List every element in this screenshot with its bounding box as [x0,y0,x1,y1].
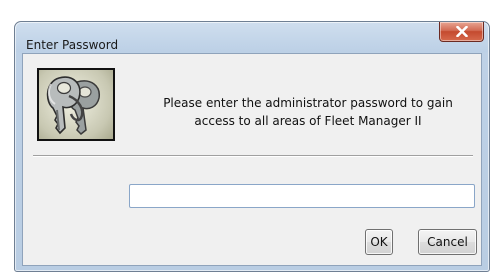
message-line-1: Please enter the administrator password … [163,96,453,110]
message-line-2: access to all areas of Fleet Manager II [194,114,422,128]
divider [33,155,473,157]
password-field[interactable] [129,184,475,208]
cancel-button[interactable]: Cancel [418,229,477,255]
keys-icon [37,68,115,141]
title-bar[interactable]: Enter Password [15,22,489,52]
instruction-message: Please enter the administrator password … [133,94,483,130]
close-button[interactable] [439,22,484,42]
close-icon [455,26,468,37]
dialog-title: Enter Password [26,38,119,52]
ok-button[interactable]: OK [365,229,393,255]
dialog-body: Please enter the administrator password … [22,53,482,266]
enter-password-dialog: Enter Password Please enter the administ… [14,21,490,272]
